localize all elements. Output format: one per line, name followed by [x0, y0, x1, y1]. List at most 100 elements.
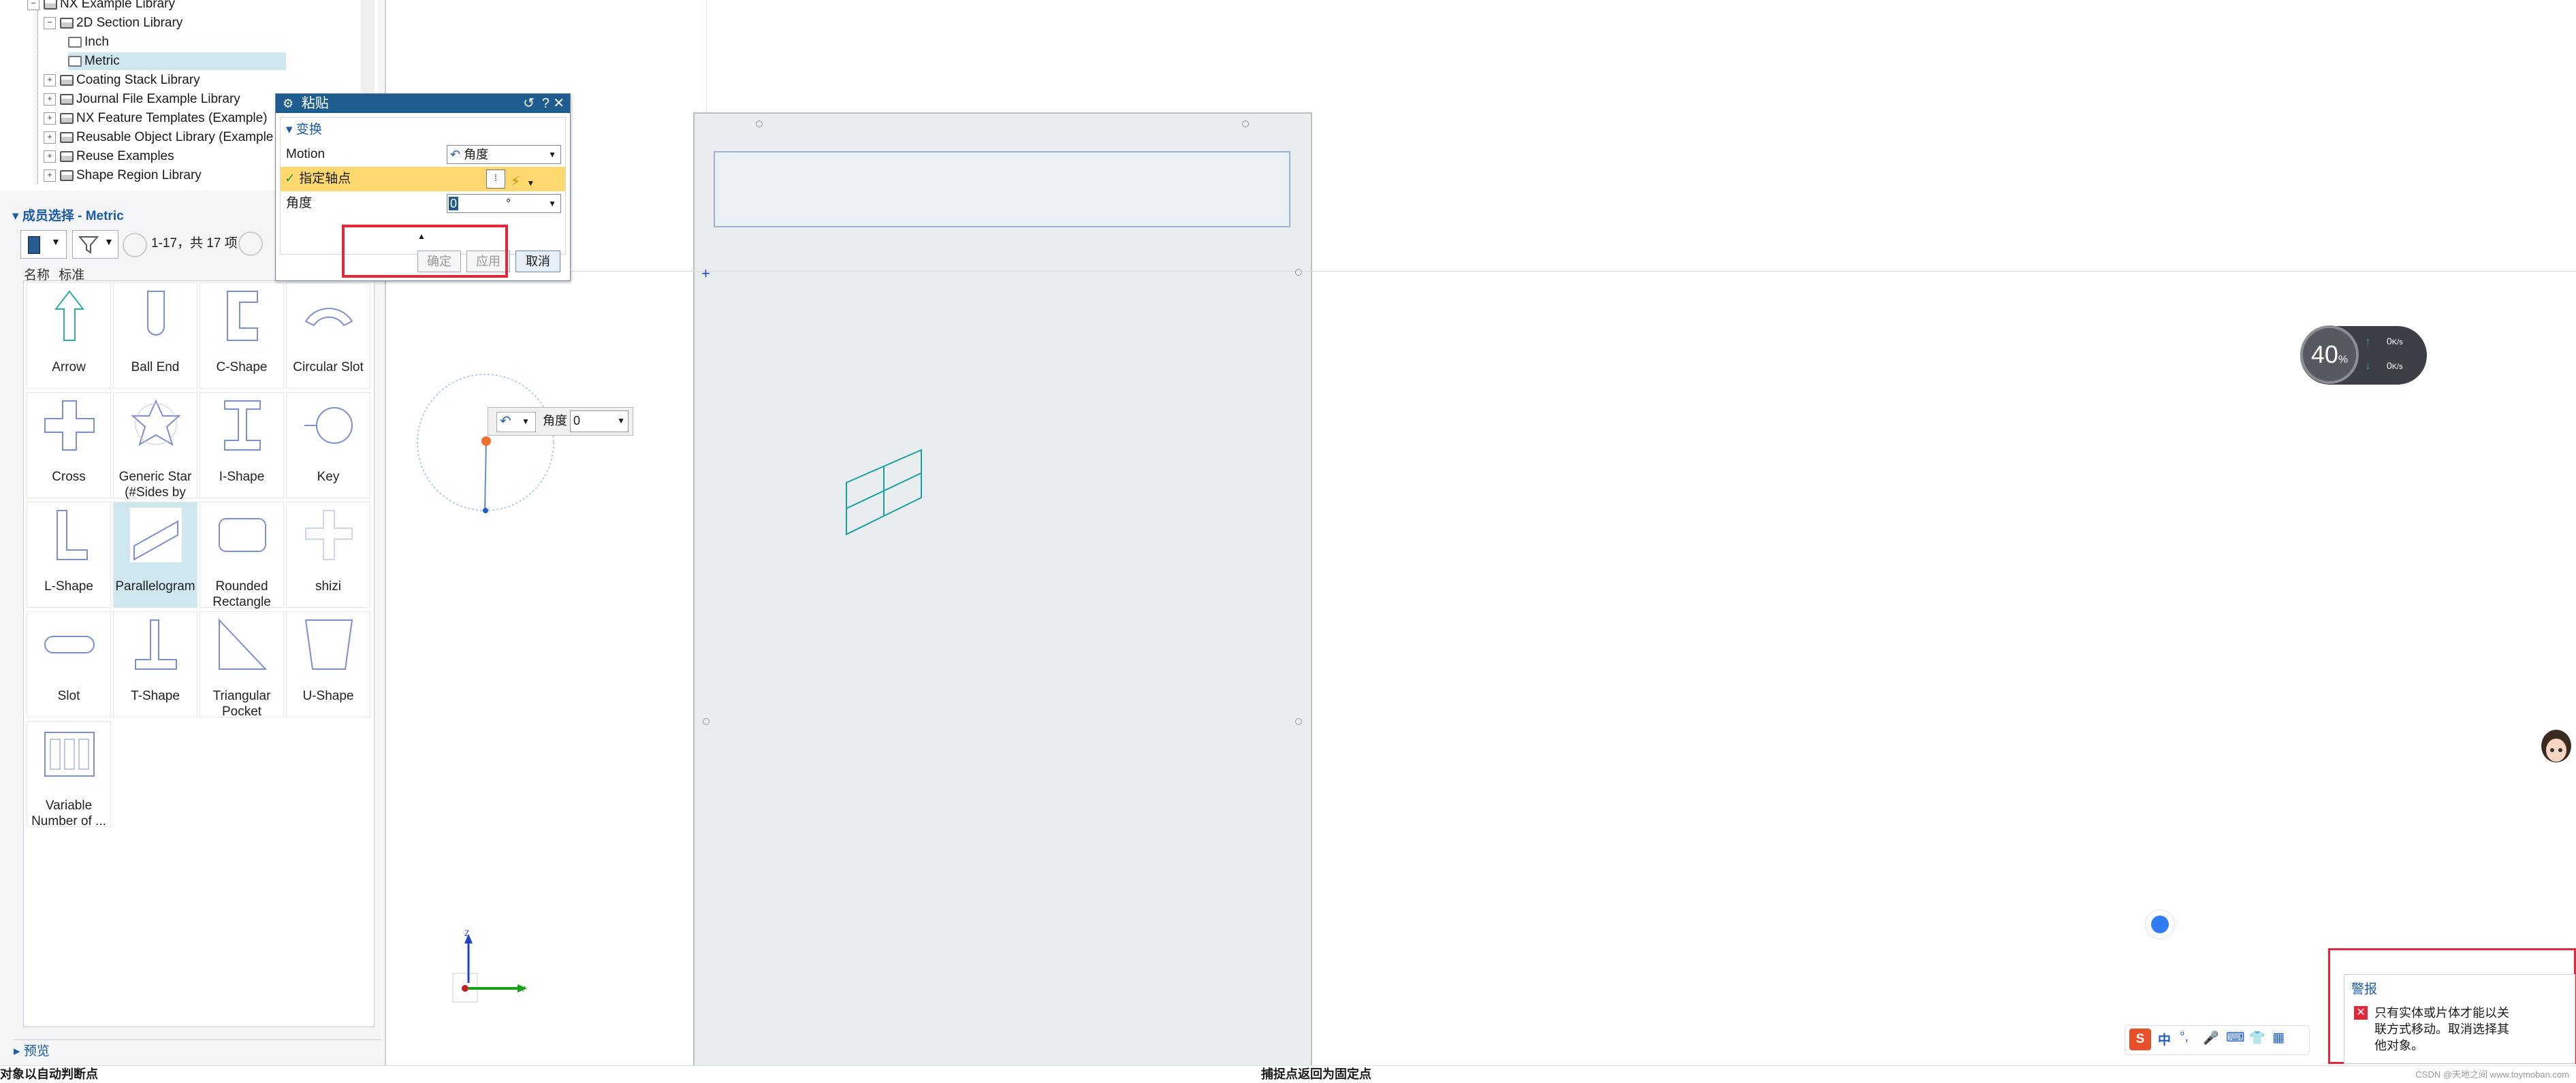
library-icon [60, 17, 74, 29]
tree-item[interactable]: + Reusable Object Library (Example [44, 129, 273, 146]
rotate-icon: ↶ [450, 148, 461, 161]
tree-item[interactable]: Metric [68, 52, 286, 70]
keyboard-icon[interactable]: ⌨ [2226, 1030, 2244, 1046]
member-item-label: I-Shape [219, 470, 265, 484]
float-angle-field[interactable]: 0 ▼ [570, 410, 629, 432]
rotation-handle[interactable] [414, 373, 558, 516]
transform-section[interactable]: ▾ 变换 [281, 118, 571, 142]
member-item[interactable]: U-Shape [286, 611, 370, 717]
alert-panel: ✕ 警报 ✕ 只有实体或片体才能以关联方式移动。取消选择其他对象。 [2328, 948, 2576, 1064]
member-item[interactable]: L-Shape [27, 502, 111, 608]
axis-triad [452, 934, 527, 1003]
member-item[interactable]: shizi [286, 502, 370, 608]
expand-icon[interactable]: + [44, 74, 56, 86]
tree-item[interactable]: − NX Example Library [27, 0, 175, 13]
clear-icon[interactable] [238, 231, 263, 256]
floating-ball[interactable] [2145, 909, 2175, 939]
point-dialog-button[interactable]: ⁞ [486, 169, 505, 189]
member-item[interactable]: Ball End [113, 282, 197, 389]
ime-lang[interactable]: 中 [2158, 1030, 2171, 1048]
u-shape-icon [304, 619, 353, 670]
mic-icon[interactable]: 🎤 [2203, 1030, 2219, 1046]
slot-icon [44, 636, 95, 653]
tree-item[interactable]: + NX Feature Templates (Example) [44, 110, 268, 127]
filter-button[interactable]: ▼ [72, 230, 118, 259]
expand-icon[interactable]: + [44, 150, 56, 163]
cancel-button[interactable]: 取消 [515, 250, 560, 272]
tree-item[interactable]: − 2D Section Library [44, 14, 182, 32]
close-icon[interactable]: ✕ [553, 94, 565, 113]
expand-icon[interactable]: + [44, 112, 56, 125]
refresh-icon[interactable] [123, 233, 147, 257]
member-item[interactable]: Triangular Pocket [200, 611, 284, 719]
member-item[interactable]: Cross [27, 392, 111, 498]
parallelogram-icon [130, 508, 182, 562]
tree-item-label: NX Feature Templates (Example) [76, 111, 268, 125]
skin-icon[interactable]: 👕 [2249, 1030, 2265, 1046]
drawing-sheet[interactable] [693, 112, 1312, 1078]
assistant-avatar[interactable] [2539, 728, 2574, 768]
member-item[interactable]: I-Shape [200, 392, 284, 498]
member-item[interactable]: Parallelogram [113, 502, 197, 608]
motion-select[interactable]: ↶ 角度 ▼ [447, 145, 561, 164]
shizi-icon [305, 510, 353, 560]
parallelogram-sketch[interactable] [841, 446, 926, 538]
status-center: 捕捉点返回为固定点 [1261, 1067, 1371, 1081]
chevron-down-icon: ▼ [51, 236, 61, 247]
collapse-icon[interactable]: − [27, 0, 39, 10]
expand-icon[interactable]: + [44, 93, 56, 106]
member-item[interactable]: C-Shape [200, 282, 284, 389]
member-item[interactable]: Key [286, 392, 370, 498]
reset-icon[interactable]: ↺ [523, 94, 535, 113]
member-item[interactable]: Arrow [27, 282, 111, 389]
filter-icon [78, 236, 99, 254]
angle-field[interactable]: 0 ° ▼ [447, 194, 561, 213]
ime-punct[interactable]: °, [2180, 1030, 2189, 1045]
sheet-handle[interactable] [1295, 718, 1302, 725]
sogou-logo-icon[interactable]: S [2129, 1029, 2151, 1050]
member-item[interactable]: Generic Star (#Sides by E... [113, 392, 197, 515]
dialog-titlebar[interactable]: ⚙ 粘贴 ↺ ? ✕ [276, 94, 570, 113]
member-item[interactable]: Circular Slot [286, 282, 370, 389]
expand-icon[interactable]: + [44, 131, 56, 144]
library-icon [60, 74, 74, 86]
performance-widget[interactable]: 40% ↑ 0K/s ↓ 0K/s [2300, 325, 2427, 385]
member-item[interactable]: Rounded Rectangle [200, 502, 284, 609]
sheet-handle[interactable] [1295, 269, 1302, 276]
expand-icon[interactable]: + [44, 169, 56, 182]
tree-item[interactable]: + Journal File Example Library [44, 91, 240, 108]
axis-point-row[interactable]: ✓ 指定轴点 ⁞ ⚡ ▼ [281, 167, 565, 191]
title-box[interactable] [714, 151, 1290, 227]
member-item[interactable]: T-Shape [113, 611, 197, 717]
preview-section[interactable]: ▸ 预览 [14, 1039, 381, 1063]
tree-item-label: 2D Section Library [76, 16, 183, 30]
down-arrow-icon: ↓ [2366, 360, 2370, 371]
motion-dropdown[interactable]: ↶ ▼ [496, 412, 536, 432]
tree-item[interactable]: + Coating Stack Library [44, 71, 200, 89]
member-item-label: Parallelogram [115, 579, 195, 594]
triangle-icon [219, 618, 268, 670]
tree-item[interactable]: + Shape Region Library [44, 167, 202, 184]
help-icon[interactable]: ? [542, 94, 550, 113]
tree-item-label: Reusable Object Library (Example [76, 130, 274, 144]
member-item[interactable]: Slot [27, 611, 111, 717]
tree-item-label: Reuse Examples [76, 149, 174, 163]
tree-item[interactable]: Inch [68, 33, 109, 51]
member-item-label: Variable Number of ... [31, 798, 106, 828]
tree-item[interactable]: + Reuse Examples [44, 148, 174, 165]
sheet-handle[interactable] [756, 120, 763, 127]
point-type-dropdown[interactable]: ⚡ ▼ [511, 169, 550, 189]
view-mode-button[interactable]: ▼ [20, 230, 67, 259]
sheet-handle[interactable] [1242, 120, 1249, 127]
up-arrow-icon: ↑ [2366, 336, 2370, 346]
sheet-handle[interactable] [703, 718, 710, 725]
collapse-icon[interactable]: − [44, 16, 56, 29]
cpu-unit: % [2338, 354, 2349, 366]
toolbox-icon[interactable]: ▦ [2272, 1030, 2285, 1046]
avatar-icon [2541, 730, 2571, 762]
status-left: 对象以自动判断点 [0, 1067, 98, 1081]
chevron-down-icon: ▼ [522, 417, 530, 426]
member-item[interactable]: Variable Number of ... [27, 721, 111, 828]
status-bar: 对象以自动判断点 捕捉点返回为固定点 CSDN @天地之间 www.toymob… [0, 1065, 2576, 1083]
member-select-header[interactable]: ▾ 成员选择 - Metric [12, 206, 124, 224]
